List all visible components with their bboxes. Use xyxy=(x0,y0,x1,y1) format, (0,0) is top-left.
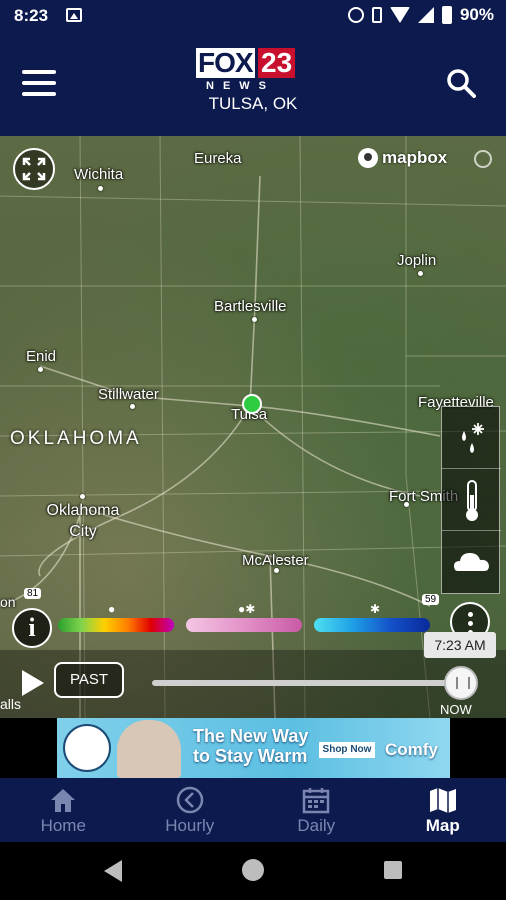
alarm-icon xyxy=(347,7,364,23)
info-icon: i xyxy=(28,613,36,642)
city-dot-wichita xyxy=(98,186,103,191)
back-icon[interactable] xyxy=(104,860,122,882)
city-dot-bartlesville xyxy=(252,317,257,322)
time-slider-track[interactable] xyxy=(152,680,458,686)
mapbox-attribution[interactable]: mapbox xyxy=(358,148,447,168)
logo-number-text: 23 xyxy=(258,48,296,78)
status-bar: 8:23 90% xyxy=(0,0,506,32)
rain-scale xyxy=(58,618,174,632)
home-icon xyxy=(51,789,76,812)
mapbox-logo-icon xyxy=(358,148,378,168)
search-button[interactable] xyxy=(446,68,476,98)
city-dot-fort-smith xyxy=(404,502,409,507)
ad-banner-container: The New Way to Stay Warm Shop Now Comfy xyxy=(0,718,506,778)
location-label: TULSA, OK xyxy=(208,94,298,113)
clock-icon xyxy=(176,786,203,814)
city-label-eureka: Eureka xyxy=(194,150,242,167)
rain-drop-icon: ● xyxy=(108,602,116,616)
ad-shop-now-button[interactable]: Shop Now xyxy=(319,742,375,758)
play-button[interactable] xyxy=(22,670,44,696)
city-label-bartlesville: Bartlesville xyxy=(214,298,287,315)
battery-icon xyxy=(441,6,452,24)
radar-timeline: alls PAST 7:23 AM NOW xyxy=(0,632,506,718)
precipitation-icon xyxy=(462,423,484,453)
radar-map[interactable]: mapbox Wichita Eureka Joplin Bartlesvill… xyxy=(0,136,506,718)
cloud-layer-button[interactable] xyxy=(442,531,501,593)
ad-headline: The New Way to Stay Warm xyxy=(193,726,309,766)
shark-tank-logo xyxy=(63,724,111,772)
logo-news-text: NEWS xyxy=(206,80,275,92)
city-label-enid: Enid xyxy=(26,348,57,365)
logo-fox-text: FOX xyxy=(196,47,255,78)
nav-map[interactable]: Map xyxy=(380,778,506,842)
nav-hourly[interactable]: Hourly xyxy=(127,778,254,842)
ad-brand: Comfy xyxy=(385,740,438,759)
signal-icon xyxy=(417,7,434,23)
edge-label-bottom: alls xyxy=(0,696,22,712)
city-dot-mcalester xyxy=(274,568,279,573)
city-dot-enid xyxy=(38,367,43,372)
gallery-notification-icon xyxy=(66,8,82,22)
nav-map-label: Map xyxy=(425,816,460,835)
android-navigation-bar xyxy=(0,842,506,900)
state-label-oklahoma: OKLAHOMA xyxy=(10,428,142,449)
compass-icon[interactable] xyxy=(474,150,492,168)
nav-home-label: Home xyxy=(40,816,86,835)
fullscreen-button[interactable] xyxy=(13,148,55,190)
ad-model-image xyxy=(117,720,181,778)
now-label: NOW xyxy=(440,702,472,717)
temperature-icon xyxy=(466,480,478,521)
temperature-layer-button[interactable] xyxy=(442,469,501,531)
search-icon xyxy=(447,69,476,98)
precipitation-layer-button[interactable] xyxy=(442,407,501,469)
status-time: 8:23 xyxy=(14,6,49,25)
status-icons: 90% xyxy=(347,5,494,25)
city-dot-stillwater xyxy=(130,404,135,409)
city-label-mcalester: McAlester xyxy=(242,552,309,569)
city-label-stillwater: Stillwater xyxy=(98,386,159,403)
home-circle-icon[interactable] xyxy=(242,859,264,881)
menu-button[interactable] xyxy=(22,70,56,96)
expand-icon xyxy=(22,157,46,181)
cloud-icon xyxy=(454,553,489,571)
snow-scale xyxy=(314,618,430,632)
bottom-navigation: Home Hourly Daily Map xyxy=(0,778,506,842)
time-bubble: 7:23 AM xyxy=(424,632,496,658)
ad-banner[interactable]: The New Way to Stay Warm Shop Now Comfy xyxy=(57,718,450,778)
city-label-joplin: Joplin xyxy=(397,252,437,269)
app-header: FOX 23 NEWS TULSA, OK xyxy=(0,32,506,136)
more-vertical-icon xyxy=(468,612,473,617)
layer-selector xyxy=(441,406,501,594)
current-location-marker xyxy=(242,394,262,414)
mix-icon: ●✱ xyxy=(238,602,256,616)
wifi-icon xyxy=(389,7,410,23)
mapbox-attribution-label: mapbox xyxy=(382,148,448,167)
highway-shield-81: 81 xyxy=(24,588,42,599)
vibrate-icon xyxy=(371,7,382,23)
city-label-wichita: Wichita xyxy=(74,166,124,183)
nav-daily-label: Daily xyxy=(297,816,336,835)
mix-scale xyxy=(186,618,302,632)
nav-daily[interactable]: Daily xyxy=(253,778,380,842)
recent-apps-icon[interactable] xyxy=(384,861,402,879)
city-dot-oklahoma-city xyxy=(80,494,85,499)
menu-icon xyxy=(22,70,56,74)
time-slider-thumb[interactable] xyxy=(444,666,478,700)
city-label-oklahoma-city: Oklahoma City xyxy=(46,502,120,540)
city-dot-joplin xyxy=(418,271,423,276)
map-icon xyxy=(429,788,456,813)
snowflake-icon: ✱ xyxy=(370,602,381,616)
past-button[interactable]: PAST xyxy=(54,662,124,698)
nav-hourly-label: Hourly xyxy=(165,816,215,835)
nav-home[interactable]: Home xyxy=(0,778,127,842)
battery-percent: 90% xyxy=(459,5,494,24)
info-button[interactable]: i xyxy=(12,608,52,648)
calendar-icon xyxy=(303,788,330,814)
